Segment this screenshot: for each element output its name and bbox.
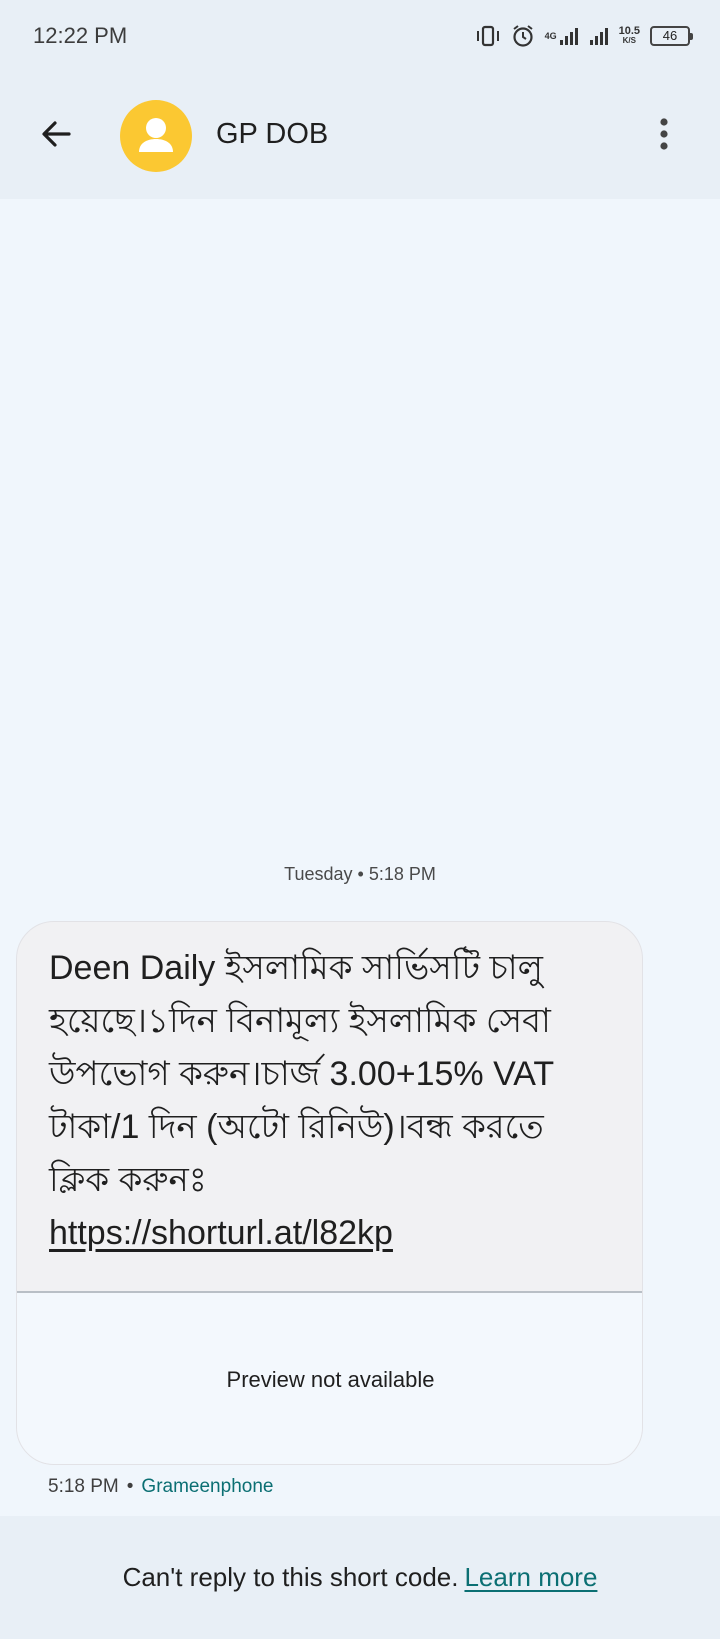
message-body: Deen Daily ইসলামিক সার্ভিসটি চালু হয়েছে… [17,922,617,1260]
status-icons: 4G 10.5 K/S 46 [475,24,693,48]
link-preview[interactable]: Preview not available [17,1291,642,1464]
learn-more-link[interactable]: Learn more [464,1562,597,1593]
avatar[interactable] [120,100,192,172]
app-bar: GP DOB [0,72,720,199]
network-speed: 10.5 K/S [619,26,640,46]
message-text: Deen Daily ইসলামিক সার্ভিসটি চালু হয়েছে… [49,949,554,1199]
alarm-icon [511,24,535,48]
message-meta: 5:18 PM • Grameenphone [48,1476,273,1498]
status-bar: 12:22 PM 4G 10.5 K/S 46 [0,0,720,72]
preview-text: Preview not available [226,1366,435,1392]
person-icon [139,118,173,152]
more-vert-icon [660,118,668,150]
vibrate-icon [475,25,501,47]
date-separator: Tuesday • 5:18 PM [284,864,436,884]
message-link[interactable]: https://shorturl.at/l82kp [49,1214,393,1252]
more-options-button[interactable] [648,112,680,156]
status-time: 12:22 PM [33,23,128,48]
contact-name: GP DOB [216,118,329,150]
net-speed-value: 10.5 [618,25,640,37]
back-button[interactable] [34,112,78,156]
arrow-back-icon [42,121,71,147]
net-speed-unit: K/S [622,36,636,45]
message-time: 5:18 PM [48,1476,119,1497]
reply-footer: Can't reply to this short code. Learn mo… [0,1516,720,1639]
signal-icon [589,26,609,46]
meta-separator: • [126,1476,134,1497]
carrier-label: Grameenphone [141,1476,274,1497]
signal-4g-icon: 4G [545,26,579,46]
battery-icon: 46 [650,26,693,46]
footer-text: Can't reply to this short code. [122,1562,459,1592]
message-bubble[interactable]: Deen Daily ইসলামিক সার্ভিসটি চালু হয়েছে… [16,921,643,1465]
network-type-label: 4G [544,31,557,41]
